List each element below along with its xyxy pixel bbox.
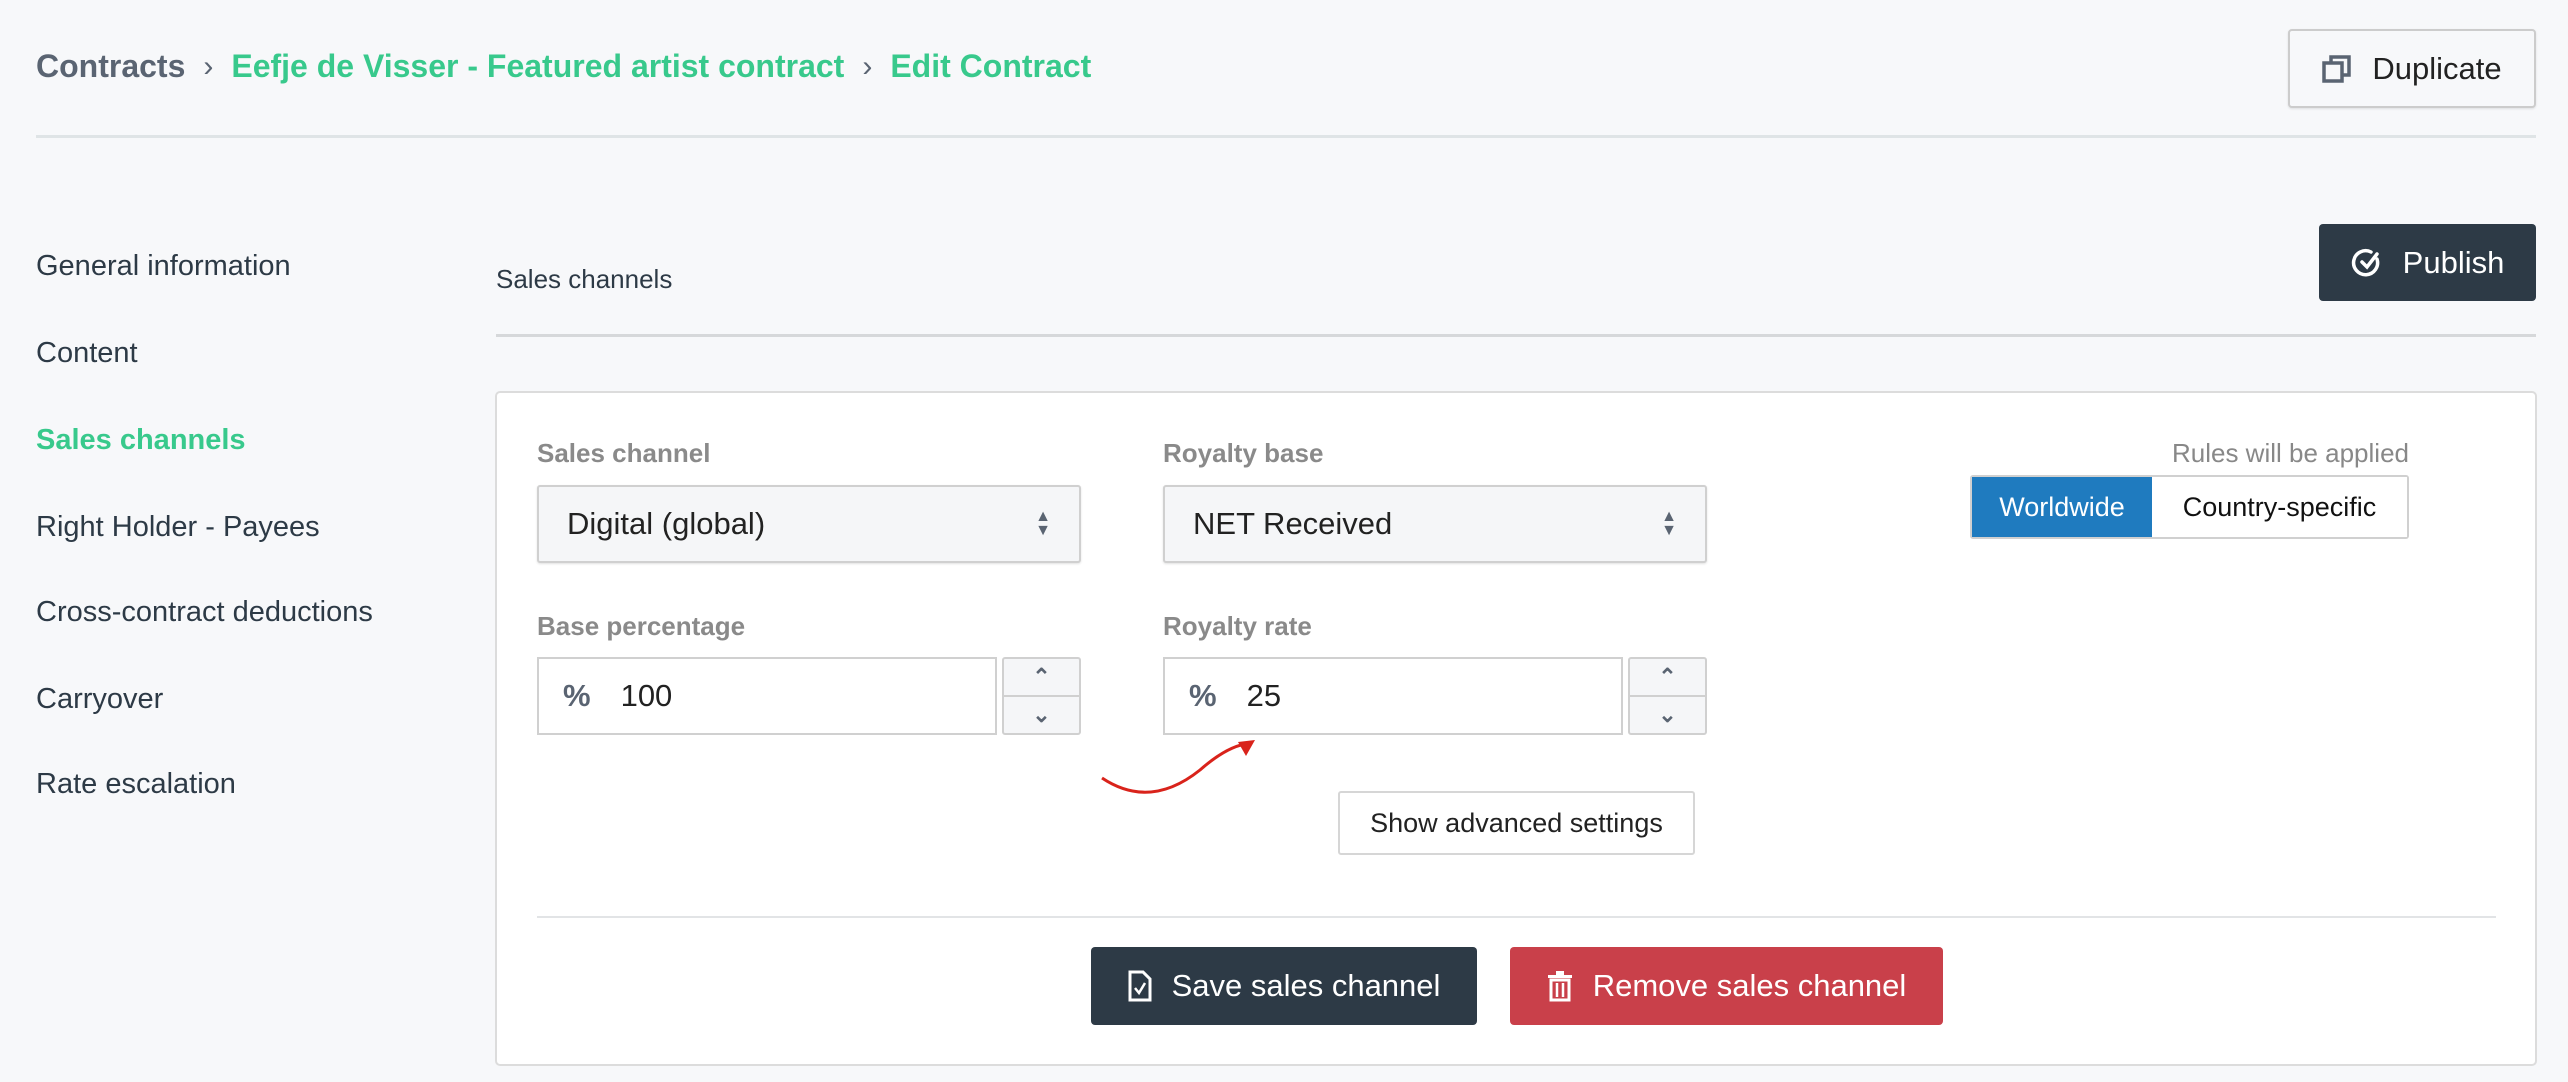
remove-sales-channel-button[interactable]: Remove sales channel <box>1510 947 1943 1025</box>
base-percentage-input[interactable]: % 100 <box>537 657 997 735</box>
card-divider <box>537 916 2496 918</box>
royalty-rate-value: 25 <box>1246 678 1282 713</box>
sales-channel-select[interactable]: Digital (global) ▲ ▼ <box>537 485 1081 563</box>
sidebar-item-carryover[interactable]: Carryover <box>36 683 163 716</box>
duplicate-icon <box>2322 54 2352 83</box>
header-divider <box>36 135 2536 138</box>
breadcrumb: Contracts › Eefje de Visser - Featured a… <box>36 48 1091 85</box>
country-specific-option[interactable]: Country-specific <box>2152 477 2407 537</box>
chevron-up-icon[interactable]: ⌃ <box>1004 659 1079 695</box>
royalty-rate-label: Royalty rate <box>1163 611 1312 641</box>
base-percentage-stepper[interactable]: ⌃ ⌄ <box>1002 657 1081 735</box>
sales-channel-value: Digital (global) <box>567 506 766 541</box>
chevron-down-icon[interactable]: ⌄ <box>1004 695 1079 733</box>
base-percentage-value: 100 <box>620 678 673 713</box>
remove-label: Remove sales channel <box>1592 968 1907 1003</box>
rules-toggle: Worldwide Country-specific <box>1970 475 2409 539</box>
annotation-arrow-icon <box>1101 740 1255 794</box>
show-advanced-settings-button[interactable]: Show advanced settings <box>1338 791 1695 855</box>
section-divider <box>496 334 2536 337</box>
royalty-rate-input[interactable]: % 25 <box>1163 657 1623 735</box>
breadcrumb-current: Edit Contract <box>890 48 1092 84</box>
breadcrumb-contracts[interactable]: Contracts <box>36 48 185 85</box>
royalty-base-select[interactable]: NET Received ▲ ▼ <box>1163 485 1707 563</box>
rules-label: Rules will be applied <box>2171 438 2409 468</box>
percent-icon: % <box>563 678 591 713</box>
sidebar-item-sales-channels[interactable]: Sales channels <box>36 424 246 457</box>
save-label: Save sales channel <box>1171 968 1441 1003</box>
sort-icon: ▲ ▼ <box>1661 508 1677 539</box>
royalty-base-label: Royalty base <box>1163 438 1324 468</box>
sidebar-item-general-information[interactable]: General information <box>36 250 291 283</box>
publish-label: Publish <box>2402 244 2505 280</box>
worldwide-option[interactable]: Worldwide <box>1972 477 2152 537</box>
file-check-icon <box>1128 970 1152 1002</box>
percent-icon: % <box>1189 678 1217 713</box>
publish-button[interactable]: Publish <box>2319 224 2536 301</box>
royalty-base-value: NET Received <box>1193 506 1393 541</box>
chevron-up-icon[interactable]: ⌃ <box>1630 659 1705 695</box>
trash-icon <box>1547 971 1572 1002</box>
check-circle-icon <box>2351 248 2379 276</box>
sidebar-item-rate-escalation[interactable]: Rate escalation <box>36 768 236 801</box>
chevron-right-icon: › <box>203 49 214 83</box>
sidebar-item-right-holder-payees[interactable]: Right Holder - Payees <box>36 511 320 544</box>
sales-channel-label: Sales channel <box>537 438 711 468</box>
chevron-down-icon[interactable]: ⌄ <box>1630 695 1705 733</box>
sidebar-item-content[interactable]: Content <box>36 337 138 370</box>
sort-icon: ▲ ▼ <box>1035 508 1051 539</box>
chevron-right-icon: › <box>862 49 873 83</box>
base-percentage-label: Base percentage <box>537 611 746 641</box>
breadcrumb-contract[interactable]: Eefje de Visser - Featured artist contra… <box>231 48 844 85</box>
duplicate-button[interactable]: Duplicate <box>2288 29 2536 108</box>
sidebar-item-cross-contract-deductions[interactable]: Cross-contract deductions <box>36 596 373 629</box>
section-title: Sales channels <box>496 264 673 294</box>
royalty-rate-stepper[interactable]: ⌃ ⌄ <box>1628 657 1707 735</box>
save-sales-channel-button[interactable]: Save sales channel <box>1091 947 1477 1025</box>
duplicate-label: Duplicate <box>2372 50 2502 86</box>
